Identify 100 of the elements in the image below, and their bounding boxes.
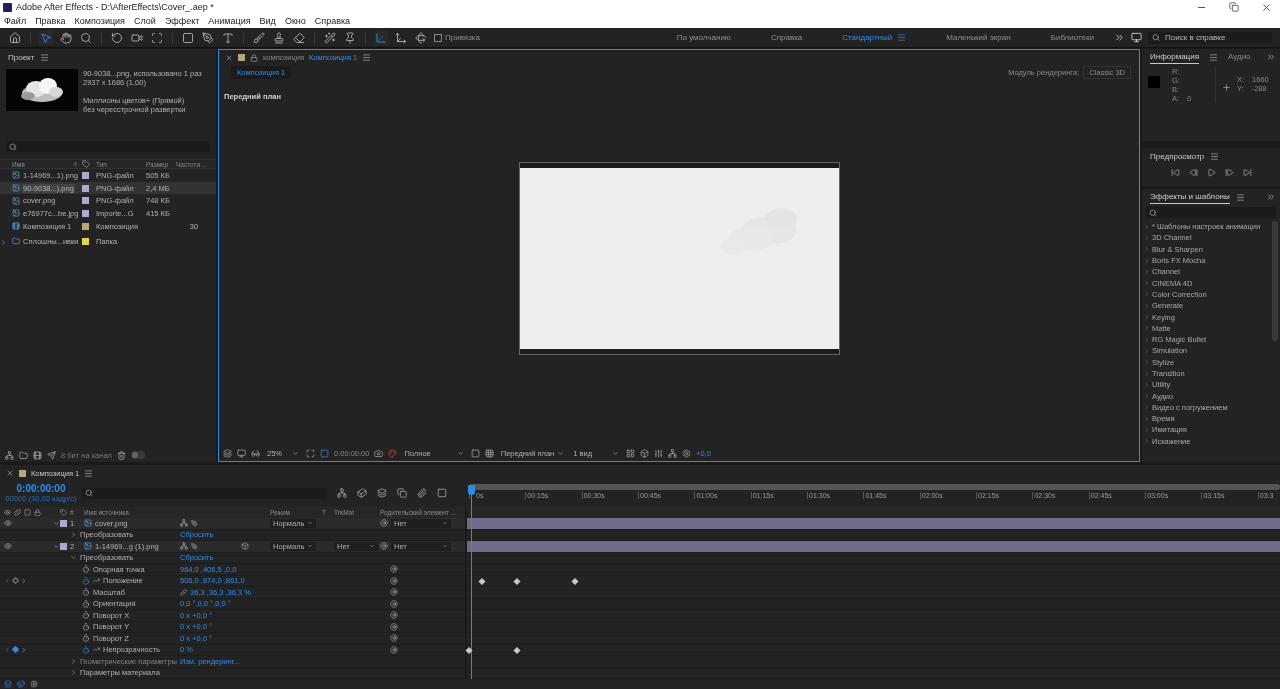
first-frame-icon[interactable] xyxy=(1170,168,1180,177)
fit-icon[interactable] xyxy=(306,449,315,458)
glasses-icon[interactable] xyxy=(251,449,260,458)
pick-whip-icon[interactable] xyxy=(390,634,398,643)
menu-icon[interactable] xyxy=(1209,52,1218,62)
composition-icon[interactable] xyxy=(33,450,42,460)
expand-icon[interactable] xyxy=(70,554,77,562)
stopwatch-icon[interactable] xyxy=(82,576,90,585)
flowchart-icon[interactable] xyxy=(668,449,678,458)
lock-icon[interactable] xyxy=(250,53,258,62)
eye-icon[interactable] xyxy=(4,542,12,551)
last-frame-icon[interactable] xyxy=(1242,168,1252,177)
previous-frame-icon[interactable] xyxy=(1188,168,1198,177)
wand-icon[interactable] xyxy=(323,30,337,45)
pick-whip-icon[interactable] xyxy=(390,588,398,597)
flowchart-icon[interactable] xyxy=(337,488,347,498)
keyframe[interactable] xyxy=(513,577,521,585)
expand-icon[interactable] xyxy=(53,542,60,550)
keyframe[interactable] xyxy=(571,577,579,585)
panel-tab[interactable]: Информация xyxy=(1150,50,1199,64)
pick-whip-icon[interactable] xyxy=(390,565,398,574)
more-icon[interactable] xyxy=(1114,32,1125,43)
workspace-tab[interactable]: По умолчанию xyxy=(676,33,731,42)
sliders-icon[interactable] xyxy=(654,449,664,458)
menu-item[interactable]: Окно xyxy=(284,16,306,26)
eraser-icon[interactable] xyxy=(292,30,306,45)
menu-icon[interactable] xyxy=(84,468,94,478)
eye-icon[interactable] xyxy=(4,519,12,528)
graph-icon[interactable] xyxy=(93,646,100,654)
3d-layer-icon[interactable] xyxy=(241,542,249,551)
home-icon[interactable] xyxy=(8,30,22,45)
workspace-tab[interactable]: Справка xyxy=(770,33,803,42)
monitor-icon[interactable] xyxy=(237,449,246,458)
workspace-tab[interactable]: Стандартный xyxy=(842,33,893,42)
settings-icon[interactable] xyxy=(30,680,38,688)
arrow-pointer-icon[interactable] xyxy=(39,30,53,45)
panel-tab[interactable]: Аудио xyxy=(1228,50,1251,64)
pick-whip-icon[interactable] xyxy=(390,599,398,608)
trash-icon[interactable] xyxy=(116,450,126,460)
link-icon[interactable] xyxy=(180,588,187,596)
folder-icon[interactable] xyxy=(19,450,28,460)
menu-icon[interactable] xyxy=(897,33,907,42)
hand-icon[interactable] xyxy=(59,30,73,45)
pick-whip-icon[interactable] xyxy=(380,519,388,528)
help-search-field[interactable]: Поиск в справке xyxy=(1165,33,1272,42)
workspace-tab[interactable]: Маленький экран xyxy=(946,33,1011,42)
expand-icon[interactable] xyxy=(53,519,60,527)
next-frame-icon[interactable] xyxy=(1224,168,1234,177)
camera-icon[interactable] xyxy=(374,449,384,458)
pen-icon[interactable] xyxy=(201,30,215,45)
rotate-3d-icon[interactable] xyxy=(414,30,428,45)
brush-icon[interactable] xyxy=(252,30,266,45)
stopwatch-icon[interactable] xyxy=(82,588,90,597)
graph-icon[interactable] xyxy=(93,577,100,585)
pick-whip-icon[interactable] xyxy=(390,611,398,620)
expand-icon[interactable] xyxy=(70,531,77,539)
restore-icon[interactable] xyxy=(1229,1,1239,12)
layers-icon[interactable] xyxy=(4,680,12,688)
menu-icon[interactable] xyxy=(1235,192,1245,202)
flowchart-icon[interactable] xyxy=(5,450,14,460)
layout-icon[interactable] xyxy=(626,449,636,458)
more-icon[interactable] xyxy=(1266,52,1276,62)
rectangle-icon[interactable] xyxy=(181,30,195,45)
timecode[interactable]: 0:00:00:00 xyxy=(16,483,66,494)
expand-icon[interactable] xyxy=(0,239,7,247)
menu-item[interactable]: Файл xyxy=(4,16,27,26)
stopwatch-icon[interactable] xyxy=(82,611,90,620)
menu-item[interactable]: Слой xyxy=(134,16,156,26)
close-icon[interactable] xyxy=(1261,1,1272,13)
keyframe[interactable] xyxy=(478,577,486,585)
close-icon[interactable] xyxy=(225,53,233,62)
settings-icon[interactable] xyxy=(682,449,692,458)
panel-title[interactable]: Проект xyxy=(8,52,35,62)
expand-icon[interactable] xyxy=(70,669,77,677)
timeline-search-field[interactable] xyxy=(82,487,327,499)
menu-item[interactable]: Композиция xyxy=(74,16,125,26)
stopwatch-icon[interactable] xyxy=(82,622,90,631)
keyframe[interactable] xyxy=(513,646,521,654)
workspace-tab[interactable]: Библиотеки xyxy=(1050,33,1094,42)
color-channels-icon[interactable] xyxy=(388,449,398,458)
rotate-icon[interactable] xyxy=(110,30,124,45)
effects-search-field[interactable] xyxy=(1146,207,1276,218)
menu-item[interactable]: Эффект xyxy=(164,16,200,26)
menu-icon[interactable] xyxy=(1210,151,1220,161)
menu-item[interactable]: Анимация xyxy=(208,16,251,26)
grid-icon[interactable] xyxy=(484,449,494,458)
search-icon[interactable] xyxy=(79,30,93,45)
text-tool-icon[interactable] xyxy=(221,30,235,45)
stopwatch-icon[interactable] xyxy=(82,599,90,608)
menu-item[interactable]: Правка xyxy=(35,16,66,26)
stopwatch-icon[interactable] xyxy=(82,645,90,654)
monitor-icon[interactable] xyxy=(1131,32,1142,43)
snap-checkbox[interactable]: Привязка xyxy=(434,33,480,42)
stopwatch-icon[interactable] xyxy=(82,565,90,574)
toggle-switch[interactable] xyxy=(130,451,145,459)
play-icon[interactable] xyxy=(1206,168,1216,177)
layers-icon[interactable] xyxy=(223,449,232,458)
region-icon[interactable] xyxy=(320,449,329,458)
panel-tab[interactable]: Эффекты и шаблоны xyxy=(1150,190,1230,204)
panel-title[interactable]: Предпросмотр xyxy=(1150,151,1205,161)
